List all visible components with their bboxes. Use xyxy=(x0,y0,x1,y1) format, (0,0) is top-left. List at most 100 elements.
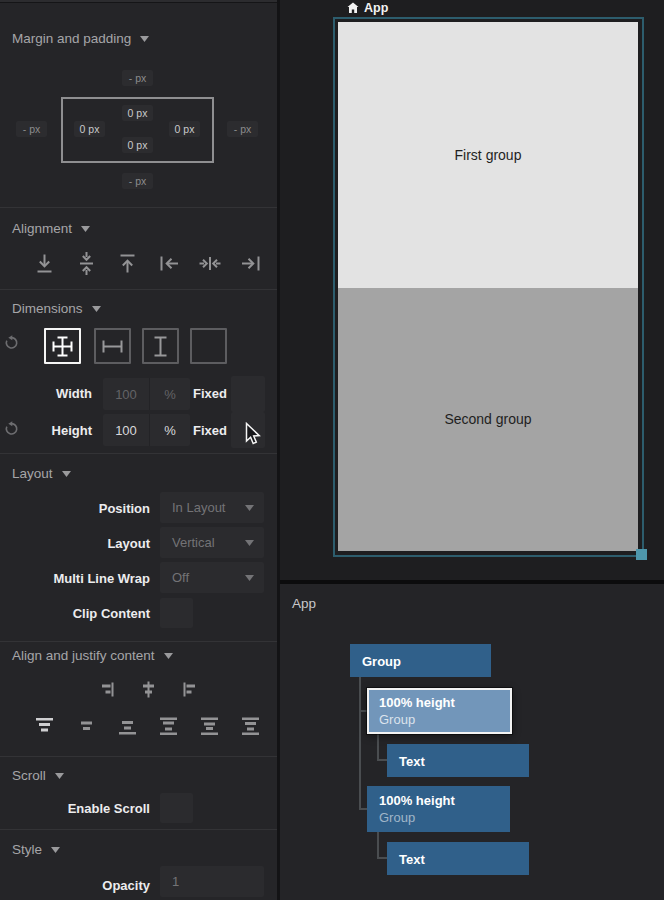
width-unit[interactable]: % xyxy=(149,378,190,410)
first-group-label: First group xyxy=(455,147,522,163)
node-title: Text xyxy=(399,851,425,866)
position-dropdown[interactable]: In Layout xyxy=(160,492,264,523)
section-title: Style xyxy=(12,842,42,857)
margin-bottom-value[interactable]: - px xyxy=(122,173,153,189)
chevron-down-icon xyxy=(51,847,60,853)
justify-space-between-icon[interactable] xyxy=(158,717,179,740)
align-top-icon[interactable] xyxy=(117,251,138,280)
second-group[interactable]: Second group xyxy=(338,288,638,551)
justify-center-icon[interactable] xyxy=(76,717,97,740)
size-mode-width-button[interactable] xyxy=(94,328,131,364)
width-fixed-label: Fixed xyxy=(193,386,233,401)
tree-connector xyxy=(377,734,379,761)
align-bottom-icon[interactable] xyxy=(34,251,55,280)
section-align-justify-header[interactable]: Align and justify content xyxy=(12,648,173,663)
section-title: Margin and padding xyxy=(12,31,131,46)
node-subtitle: Group xyxy=(379,712,415,727)
justify-end-icon[interactable] xyxy=(117,717,138,740)
node-title: Text xyxy=(399,753,425,768)
enable-scroll-checkbox[interactable] xyxy=(160,793,193,823)
properties-panel: Margin and padding - px 0 px 0 px 0 px 0… xyxy=(0,0,277,900)
position-value: In Layout xyxy=(172,500,226,515)
justify-space-around-icon[interactable] xyxy=(199,717,220,740)
section-title: Layout xyxy=(12,466,53,481)
layout-dropdown[interactable]: Vertical xyxy=(160,527,264,558)
size-mode-height-button[interactable] xyxy=(142,328,179,364)
justify-start-icon[interactable] xyxy=(34,717,55,740)
section-title: Alignment xyxy=(12,221,72,236)
align-center-vertical-icon[interactable] xyxy=(76,251,97,280)
section-alignment-header[interactable]: Alignment xyxy=(12,221,90,236)
width-value[interactable]: 100 xyxy=(103,378,149,410)
chevron-down-icon xyxy=(92,306,101,312)
section-scroll-header[interactable]: Scroll xyxy=(12,768,64,783)
align-items-end-icon[interactable] xyxy=(99,681,116,702)
tree-connector xyxy=(377,759,387,761)
app-frame: First group Second group xyxy=(338,22,638,551)
size-mode-both-button[interactable] xyxy=(44,328,81,364)
tree-connector xyxy=(359,808,367,810)
multi-line-wrap-dropdown[interactable]: Off xyxy=(160,562,264,593)
margin-top-value[interactable]: - px xyxy=(122,70,153,86)
size-mode-none-button[interactable] xyxy=(190,328,227,364)
layout-value: Vertical xyxy=(172,535,215,550)
chevron-down-icon xyxy=(55,773,64,779)
height-value[interactable]: 100 xyxy=(103,414,149,446)
reset-dimensions-icon[interactable] xyxy=(4,335,19,354)
app-viewport[interactable]: First group Second group xyxy=(333,17,644,557)
section-title: Align and justify content xyxy=(12,648,155,663)
padding-top-value[interactable]: 0 px xyxy=(122,105,153,121)
align-items-center-icon[interactable] xyxy=(140,681,157,702)
align-right-icon[interactable] xyxy=(240,253,262,278)
canvas-breadcrumb-label: App xyxy=(364,1,388,15)
height-unit[interactable]: % xyxy=(149,414,190,446)
width-fixed-checkbox[interactable] xyxy=(231,376,265,412)
first-group[interactable]: First group xyxy=(338,22,638,288)
node-tree-panel[interactable]: App Group 100% height Group Text 100% he… xyxy=(280,584,664,900)
chevron-down-icon xyxy=(245,540,254,546)
tree-connector xyxy=(377,832,379,859)
section-style-header[interactable]: Style xyxy=(12,842,60,857)
clip-content-checkbox[interactable] xyxy=(160,598,193,628)
opacity-input[interactable]: 1 xyxy=(160,866,264,897)
margin-left-value[interactable]: - px xyxy=(16,121,47,137)
align-items-start-icon[interactable] xyxy=(181,681,198,702)
canvas-panel[interactable]: App First group Second group xyxy=(280,0,664,580)
section-title: Dimensions xyxy=(12,301,83,316)
section-layout-header[interactable]: Layout xyxy=(12,466,71,481)
padding-right-value[interactable]: 0 px xyxy=(169,121,200,137)
chevron-down-icon xyxy=(164,653,173,659)
tree-node-text2[interactable]: Text xyxy=(387,842,529,875)
section-dimensions-header[interactable]: Dimensions xyxy=(12,301,101,316)
height-label: Height xyxy=(0,423,92,438)
section-title: Scroll xyxy=(12,768,46,783)
align-left-icon[interactable] xyxy=(158,253,180,278)
section-margin-padding-header[interactable]: Margin and padding xyxy=(12,31,149,46)
node-subtitle: Group xyxy=(379,810,415,825)
opacity-value: 1 xyxy=(172,874,179,889)
node-title: 100% height xyxy=(379,793,455,808)
tree-node-text[interactable]: Text xyxy=(387,744,529,777)
tree-node-group2[interactable]: 100% height Group xyxy=(367,786,510,832)
height-input[interactable]: 100 % xyxy=(103,414,190,446)
tree-node-group[interactable]: Group xyxy=(350,644,491,677)
tree-connector xyxy=(359,710,367,712)
tree-connector xyxy=(377,857,387,859)
chevron-down-icon xyxy=(245,575,254,581)
layout-label: Layout xyxy=(0,536,150,551)
padding-bottom-value[interactable]: 0 px xyxy=(122,137,153,153)
chevron-down-icon xyxy=(245,505,254,511)
canvas-breadcrumb[interactable]: App xyxy=(347,1,388,15)
node-title: 100% height xyxy=(379,695,455,710)
padding-left-value[interactable]: 0 px xyxy=(74,121,105,137)
height-fixed-label: Fixed xyxy=(193,423,233,438)
chevron-down-icon xyxy=(140,36,149,42)
justify-space-evenly-icon[interactable] xyxy=(240,717,261,740)
align-center-horizontal-icon[interactable] xyxy=(199,253,221,278)
width-input[interactable]: 100 % xyxy=(103,378,190,410)
margin-right-value[interactable]: - px xyxy=(227,121,258,137)
tree-node-group-selected[interactable]: 100% height Group xyxy=(367,688,512,734)
clip-content-label: Clip Content xyxy=(0,606,150,621)
resize-handle[interactable] xyxy=(636,549,647,560)
multi-line-wrap-value: Off xyxy=(172,570,189,585)
